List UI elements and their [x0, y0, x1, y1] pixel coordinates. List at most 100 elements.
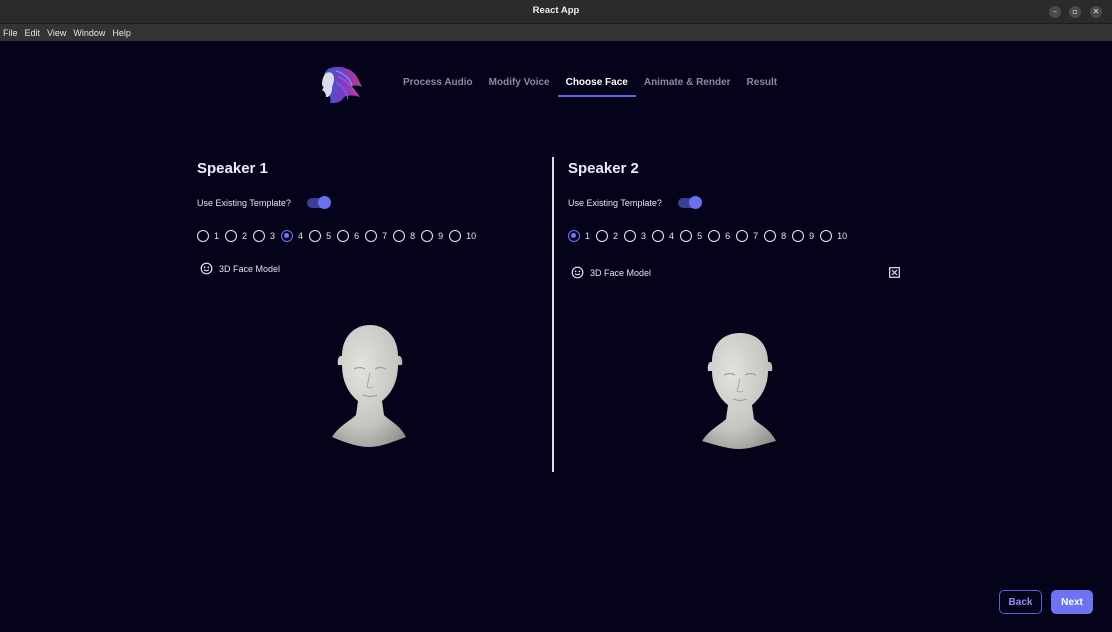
radio-label: 6	[354, 231, 360, 241]
template-option-2[interactable]: 2	[596, 230, 618, 242]
smiley-icon	[200, 262, 213, 275]
radio-circle[interactable]	[253, 230, 266, 242]
menu-view[interactable]: View	[47, 28, 66, 38]
radio-label: 9	[438, 231, 444, 241]
close-icon[interactable]: ✕	[1090, 6, 1102, 18]
speaker-divider	[552, 157, 554, 472]
template-option-8[interactable]: 8	[764, 230, 786, 242]
radio-circle[interactable]	[736, 230, 749, 242]
menu-bar: File Edit View Window Help	[0, 24, 1112, 41]
radio-label: 1	[214, 231, 220, 241]
radio-circle[interactable]	[393, 230, 406, 242]
window-titlebar: React App – ▫ ✕	[0, 0, 1112, 24]
tab-process-audio[interactable]: Process Audio	[395, 71, 481, 97]
speaker-2-template-toggle[interactable]	[678, 196, 702, 209]
radio-label: 2	[613, 231, 619, 241]
radio-label: 8	[410, 231, 416, 241]
template-option-10[interactable]: 10	[820, 230, 847, 242]
speaker-1-template-options: 1 2 3 4 5 6 7 8 9 10	[197, 230, 482, 242]
speaker-2-template-label: Use Existing Template?	[568, 198, 662, 208]
radio-label: 10	[837, 231, 848, 241]
logo-icon	[322, 66, 362, 103]
smiley-icon	[571, 266, 584, 279]
tab-modify-voice[interactable]: Modify Voice	[481, 71, 558, 97]
template-option-8[interactable]: 8	[393, 230, 415, 242]
back-button[interactable]: Back	[999, 590, 1042, 614]
speaker-2-face-model: 3D Face Model	[571, 266, 651, 279]
template-option-10[interactable]: 10	[449, 230, 476, 242]
radio-label: 7	[382, 231, 388, 241]
template-option-4[interactable]: 4	[652, 230, 674, 242]
template-option-6[interactable]: 6	[337, 230, 359, 242]
radio-circle[interactable]	[197, 230, 209, 242]
tab-animate-render[interactable]: Animate & Render	[636, 71, 739, 97]
speaker-1-head-model[interactable]	[330, 323, 408, 447]
radio-circle[interactable]	[596, 230, 609, 242]
speaker-1-template-toggle[interactable]	[307, 196, 331, 209]
speaker-1-title: Speaker 1	[197, 160, 268, 177]
menu-edit[interactable]: Edit	[25, 28, 41, 38]
radio-circle[interactable]	[624, 230, 637, 242]
radio-label: 10	[466, 231, 477, 241]
template-option-5[interactable]: 5	[309, 230, 331, 242]
radio-label: 4	[669, 231, 675, 241]
template-option-7[interactable]: 7	[365, 230, 387, 242]
template-option-3[interactable]: 3	[253, 230, 275, 242]
speaker-1-template-label: Use Existing Template?	[197, 198, 291, 208]
close-box-icon[interactable]	[889, 267, 900, 278]
template-option-9[interactable]: 9	[421, 230, 443, 242]
radio-circle[interactable]	[337, 230, 350, 242]
menu-file[interactable]: File	[3, 28, 18, 38]
radio-circle[interactable]	[281, 230, 294, 242]
radio-circle[interactable]	[820, 230, 833, 242]
radio-label: 9	[809, 231, 815, 241]
template-option-2[interactable]: 2	[225, 230, 247, 242]
radio-circle[interactable]	[792, 230, 805, 242]
radio-label: 3	[641, 231, 647, 241]
template-option-3[interactable]: 3	[624, 230, 646, 242]
tab-result[interactable]: Result	[739, 71, 786, 97]
menu-window[interactable]: Window	[73, 28, 105, 38]
template-option-5[interactable]: 5	[680, 230, 702, 242]
radio-label: 7	[753, 231, 759, 241]
radio-circle[interactable]	[309, 230, 322, 242]
speaker-1-face-model-label: 3D Face Model	[219, 263, 281, 274]
speaker-2-template-options: 1 2 3 4 5 6 7 8 9 10	[568, 230, 853, 242]
radio-circle[interactable]	[449, 230, 462, 242]
radio-circle[interactable]	[652, 230, 665, 242]
radio-circle[interactable]	[764, 230, 777, 242]
radio-label: 5	[697, 231, 703, 241]
menu-help[interactable]: Help	[112, 28, 131, 38]
speaker-2-face-model-label: 3D Face Model	[590, 267, 652, 278]
window-title: React App	[532, 5, 580, 16]
radio-circle[interactable]	[708, 230, 721, 242]
speaker-2-title: Speaker 2	[568, 160, 639, 177]
radio-label: 4	[298, 231, 304, 241]
template-option-7[interactable]: 7	[736, 230, 758, 242]
step-navigation: Process Audio Modify Voice Choose Face A…	[395, 71, 785, 99]
template-option-1[interactable]: 1	[197, 230, 219, 242]
template-option-6[interactable]: 6	[708, 230, 730, 242]
radio-circle[interactable]	[365, 230, 378, 242]
app-root: Process Audio Modify Voice Choose Face A…	[0, 41, 1112, 632]
radio-label: 8	[781, 231, 787, 241]
radio-label: 3	[270, 231, 276, 241]
template-option-9[interactable]: 9	[792, 230, 814, 242]
radio-circle[interactable]	[568, 230, 580, 242]
radio-label: 5	[326, 231, 332, 241]
minimize-icon[interactable]: –	[1049, 6, 1061, 18]
template-option-1[interactable]: 1	[568, 230, 590, 242]
speaker-1-face-model: 3D Face Model	[200, 262, 280, 275]
radio-circle[interactable]	[680, 230, 693, 242]
radio-label: 2	[242, 231, 248, 241]
speaker-2-head-model[interactable]	[700, 331, 778, 449]
maximize-icon[interactable]: ▫	[1069, 6, 1081, 18]
toggle-knob	[318, 196, 331, 209]
template-option-4[interactable]: 4	[281, 230, 303, 242]
radio-circle[interactable]	[421, 230, 434, 242]
tab-choose-face[interactable]: Choose Face	[557, 71, 637, 97]
next-button[interactable]: Next	[1051, 590, 1093, 614]
radio-label: 6	[725, 231, 731, 241]
radio-circle[interactable]	[225, 230, 238, 242]
radio-label: 1	[585, 231, 591, 241]
